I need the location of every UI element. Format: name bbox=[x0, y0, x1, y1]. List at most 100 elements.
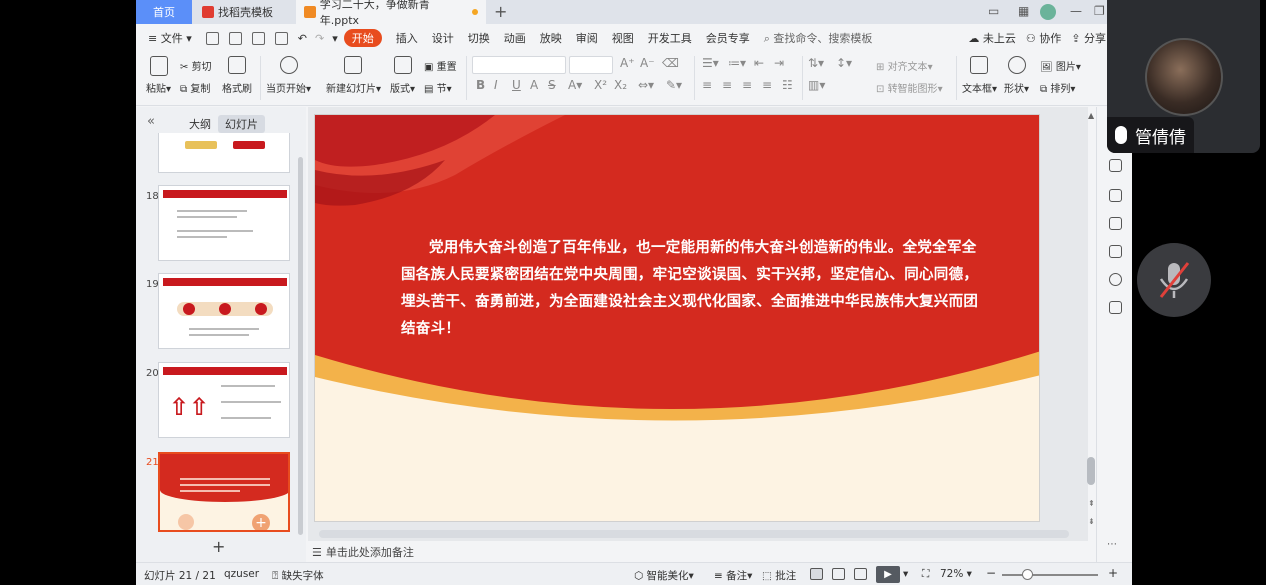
notes-button[interactable]: ≡ 备注▾ bbox=[714, 568, 752, 583]
tab-document[interactable]: 学习二十大，争做新青年.pptx bbox=[296, 0, 486, 27]
command-search[interactable]: ⌕ 查找命令、搜索模板 bbox=[764, 30, 873, 46]
book-icon[interactable] bbox=[1109, 301, 1122, 314]
location-icon[interactable] bbox=[1109, 273, 1122, 286]
tab-outline[interactable]: 大纲 bbox=[182, 115, 218, 133]
font-color-icon[interactable]: A▾ bbox=[568, 78, 582, 92]
new-slide-icon[interactable] bbox=[344, 56, 362, 74]
grid-icon[interactable]: ▦ bbox=[1018, 4, 1029, 18]
line-spacing-icon[interactable]: ↕▾ bbox=[836, 56, 852, 70]
notes-pane[interactable]: ☰ 单击此处添加备注 bbox=[308, 543, 1088, 561]
tab-home[interactable]: 首页 bbox=[136, 0, 192, 24]
columns-icon[interactable]: ▥▾ bbox=[808, 78, 825, 92]
reading-view-icon[interactable] bbox=[854, 568, 867, 580]
copy-button[interactable]: ⧉ 复制 bbox=[180, 80, 210, 95]
font-name-input[interactable] bbox=[472, 56, 566, 74]
menu-insert[interactable]: 插入 bbox=[396, 30, 418, 46]
print-icon[interactable] bbox=[251, 31, 265, 45]
italic-icon[interactable]: I bbox=[494, 78, 498, 92]
horizontal-scrollbar[interactable] bbox=[319, 530, 1069, 538]
paste-button[interactable]: 粘贴▾ bbox=[146, 80, 171, 95]
zoom-level[interactable]: 72% ▾ bbox=[940, 568, 972, 580]
vertical-scrollbar[interactable]: ▲ ⇞ ⇟ bbox=[1086, 107, 1096, 541]
char-spacing-icon[interactable]: ⇔▾ bbox=[638, 78, 654, 92]
picture-button[interactable]: 🖼 图片▾ bbox=[1040, 58, 1081, 73]
distribute-icon[interactable]: ☷ bbox=[782, 78, 793, 92]
layout-icon[interactable] bbox=[394, 56, 412, 74]
font-grow-icon[interactable]: A⁺ bbox=[620, 56, 635, 70]
slide-thumbnail-19[interactable] bbox=[158, 273, 290, 349]
align-right-icon[interactable]: ≡ bbox=[742, 78, 752, 92]
bullets-icon[interactable]: ☰▾ bbox=[702, 56, 719, 70]
play-icon[interactable] bbox=[280, 56, 298, 74]
share-button[interactable]: ⇪ 分享 bbox=[1071, 30, 1106, 46]
section-button[interactable]: ▤ 节▾ bbox=[424, 80, 452, 95]
slide-thumbnail-20[interactable]: ⇧⇧ bbox=[158, 362, 290, 438]
bold-icon[interactable]: B bbox=[476, 78, 485, 92]
file-menu[interactable]: ≡ 文件 ▾ bbox=[148, 30, 192, 46]
add-slide-icon[interactable]: + bbox=[252, 514, 270, 530]
prev-slide-icon[interactable]: ⇞ bbox=[1088, 499, 1095, 508]
zoom-out-icon[interactable]: − bbox=[986, 566, 996, 580]
undo-icon[interactable]: ↶ bbox=[298, 32, 307, 45]
strikethrough-icon[interactable]: S bbox=[548, 78, 556, 92]
slide-body-text[interactable]: 党用伟大奋斗创造了百年伟业，也一定能用新的伟大奋斗创造新的伟业。全党全军全国各族… bbox=[401, 235, 981, 343]
slide-21[interactable]: 党用伟大奋斗创造了百年伟业，也一定能用新的伟大奋斗创造新的伟业。全党全军全国各族… bbox=[314, 114, 1040, 522]
new-tab-icon[interactable]: + bbox=[494, 2, 507, 21]
menu-slideshow[interactable]: 放映 bbox=[540, 30, 562, 46]
layout-button[interactable]: 版式▾ bbox=[390, 80, 415, 95]
format-painter-icon[interactable] bbox=[228, 56, 246, 74]
more-tools-icon[interactable]: ⋯ bbox=[1107, 539, 1117, 550]
fit-window-icon[interactable]: ⛶ bbox=[922, 568, 929, 581]
zoom-slider-thumb[interactable] bbox=[1022, 569, 1033, 580]
format-painter-button[interactable]: 格式刷 bbox=[222, 80, 252, 95]
slide-thumbnail-21-selected[interactable]: + bbox=[158, 452, 290, 532]
shadow-icon[interactable]: A bbox=[530, 78, 538, 92]
font-size-input[interactable] bbox=[569, 56, 613, 74]
zoom-in-icon[interactable]: + bbox=[1108, 566, 1118, 580]
justify-icon[interactable]: ≡ bbox=[762, 78, 772, 92]
vertical-scroll-thumb[interactable] bbox=[1087, 457, 1095, 485]
preview-icon[interactable] bbox=[274, 31, 288, 45]
shape-icon[interactable] bbox=[1008, 56, 1026, 74]
slide-sorter-icon[interactable] bbox=[832, 568, 845, 580]
redo-icon[interactable]: ↷ bbox=[315, 32, 324, 45]
menu-member[interactable]: 会员专享 bbox=[706, 30, 750, 46]
missing-font-button[interactable]: ⍰ 缺失字体 bbox=[272, 568, 324, 583]
beautify-button[interactable]: ⬡ 智能美化▾ bbox=[634, 568, 694, 583]
next-slide-icon[interactable]: ⇟ bbox=[1088, 517, 1095, 526]
play-current-button[interactable]: 当页开始▾ bbox=[266, 80, 311, 95]
smart-shape-button[interactable]: ⊡ 转智能图形▾ bbox=[876, 80, 943, 95]
collapse-panel-icon[interactable]: « bbox=[140, 113, 162, 130]
menu-transitions[interactable]: 切换 bbox=[468, 30, 490, 46]
highlight-icon[interactable]: ✎▾ bbox=[666, 78, 682, 92]
new-slide-button[interactable]: 新建幻灯片▾ bbox=[326, 80, 381, 95]
numbering-icon[interactable]: ≔▾ bbox=[728, 56, 746, 70]
menu-animation[interactable]: 动画 bbox=[504, 30, 526, 46]
menu-developer[interactable]: 开发工具 bbox=[648, 30, 692, 46]
play-options-icon[interactable]: ▾ bbox=[903, 568, 908, 580]
clear-format-icon[interactable]: ⌫ bbox=[662, 56, 679, 70]
cloud-status[interactable]: ☁ 未上云 bbox=[968, 30, 1016, 46]
font-shrink-icon[interactable]: A⁻ bbox=[640, 56, 655, 70]
participant-video-tile[interactable]: 管倩倩 bbox=[1107, 0, 1260, 153]
user-avatar-icon[interactable] bbox=[1040, 4, 1056, 20]
arrange-button[interactable]: ⧉ 排列▾ bbox=[1040, 80, 1075, 95]
slide-thumbnail-18[interactable] bbox=[158, 185, 290, 261]
menu-design[interactable]: 设计 bbox=[432, 30, 454, 46]
textbox-button[interactable]: 文本框▾ bbox=[962, 80, 997, 95]
menu-review[interactable]: 审阅 bbox=[576, 30, 598, 46]
translate-icon[interactable] bbox=[1109, 217, 1122, 230]
textbox-icon[interactable] bbox=[970, 56, 988, 74]
indent-increase-icon[interactable]: ⇥ bbox=[774, 56, 784, 70]
normal-view-icon[interactable] bbox=[810, 568, 823, 580]
export-icon[interactable] bbox=[228, 31, 242, 45]
layout-icon[interactable]: ▭ bbox=[988, 4, 999, 18]
play-slide-icon[interactable] bbox=[178, 514, 194, 530]
menu-view[interactable]: 视图 bbox=[612, 30, 634, 46]
pin-icon[interactable] bbox=[1109, 189, 1122, 202]
reset-button[interactable]: ▣ 重置 bbox=[424, 58, 457, 73]
collab-button[interactable]: ⚇ 协作 bbox=[1026, 30, 1061, 46]
menu-home[interactable]: 开始 bbox=[343, 29, 382, 47]
superscript-icon[interactable]: X² bbox=[594, 78, 607, 92]
cut-button[interactable]: ✂ 剪切 bbox=[180, 58, 212, 73]
